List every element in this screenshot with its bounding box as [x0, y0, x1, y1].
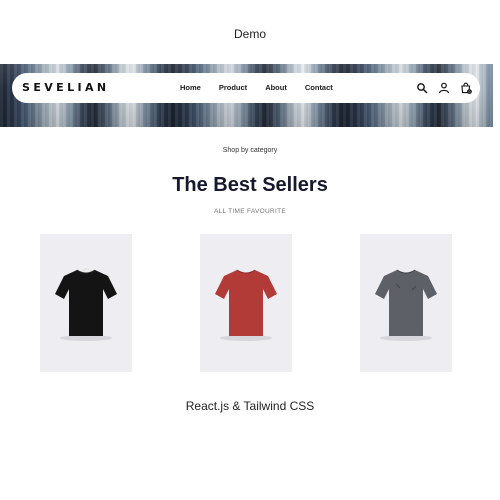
demo-caption: Demo [233, 27, 266, 41]
brand-logo[interactable]: SEVELIAN [22, 81, 110, 94]
product-card[interactable] [40, 234, 132, 372]
product-card[interactable] [200, 234, 292, 372]
section-subtitle: ALL TIME FAVOURITE [213, 208, 287, 215]
navbar: SEVELIAN Home Product About Contact 0 [12, 73, 480, 103]
tshirt-icon [215, 269, 277, 341]
cart-icon[interactable]: 0 [460, 82, 472, 94]
search-icon[interactable] [416, 82, 428, 94]
tech-caption: React.js & Tailwind CSS [185, 399, 315, 413]
product-card[interactable] [360, 234, 452, 372]
nav-link-about[interactable]: About [265, 83, 287, 92]
nav-link-product[interactable]: Product [219, 83, 247, 92]
section-title: The Best Sellers [172, 174, 328, 196]
user-icon[interactable] [438, 82, 450, 94]
nav-link-contact[interactable]: Contact [305, 83, 333, 92]
section-eyebrow: Shop by category [222, 147, 278, 154]
tshirt-icon [55, 268, 117, 341]
nav-icons: 0 [416, 82, 472, 94]
tshirt-icon [375, 269, 437, 341]
cart-count: 0 [468, 90, 470, 94]
nav-link-home[interactable]: Home [180, 83, 201, 92]
nav-links: Home Product About Contact [180, 83, 333, 92]
